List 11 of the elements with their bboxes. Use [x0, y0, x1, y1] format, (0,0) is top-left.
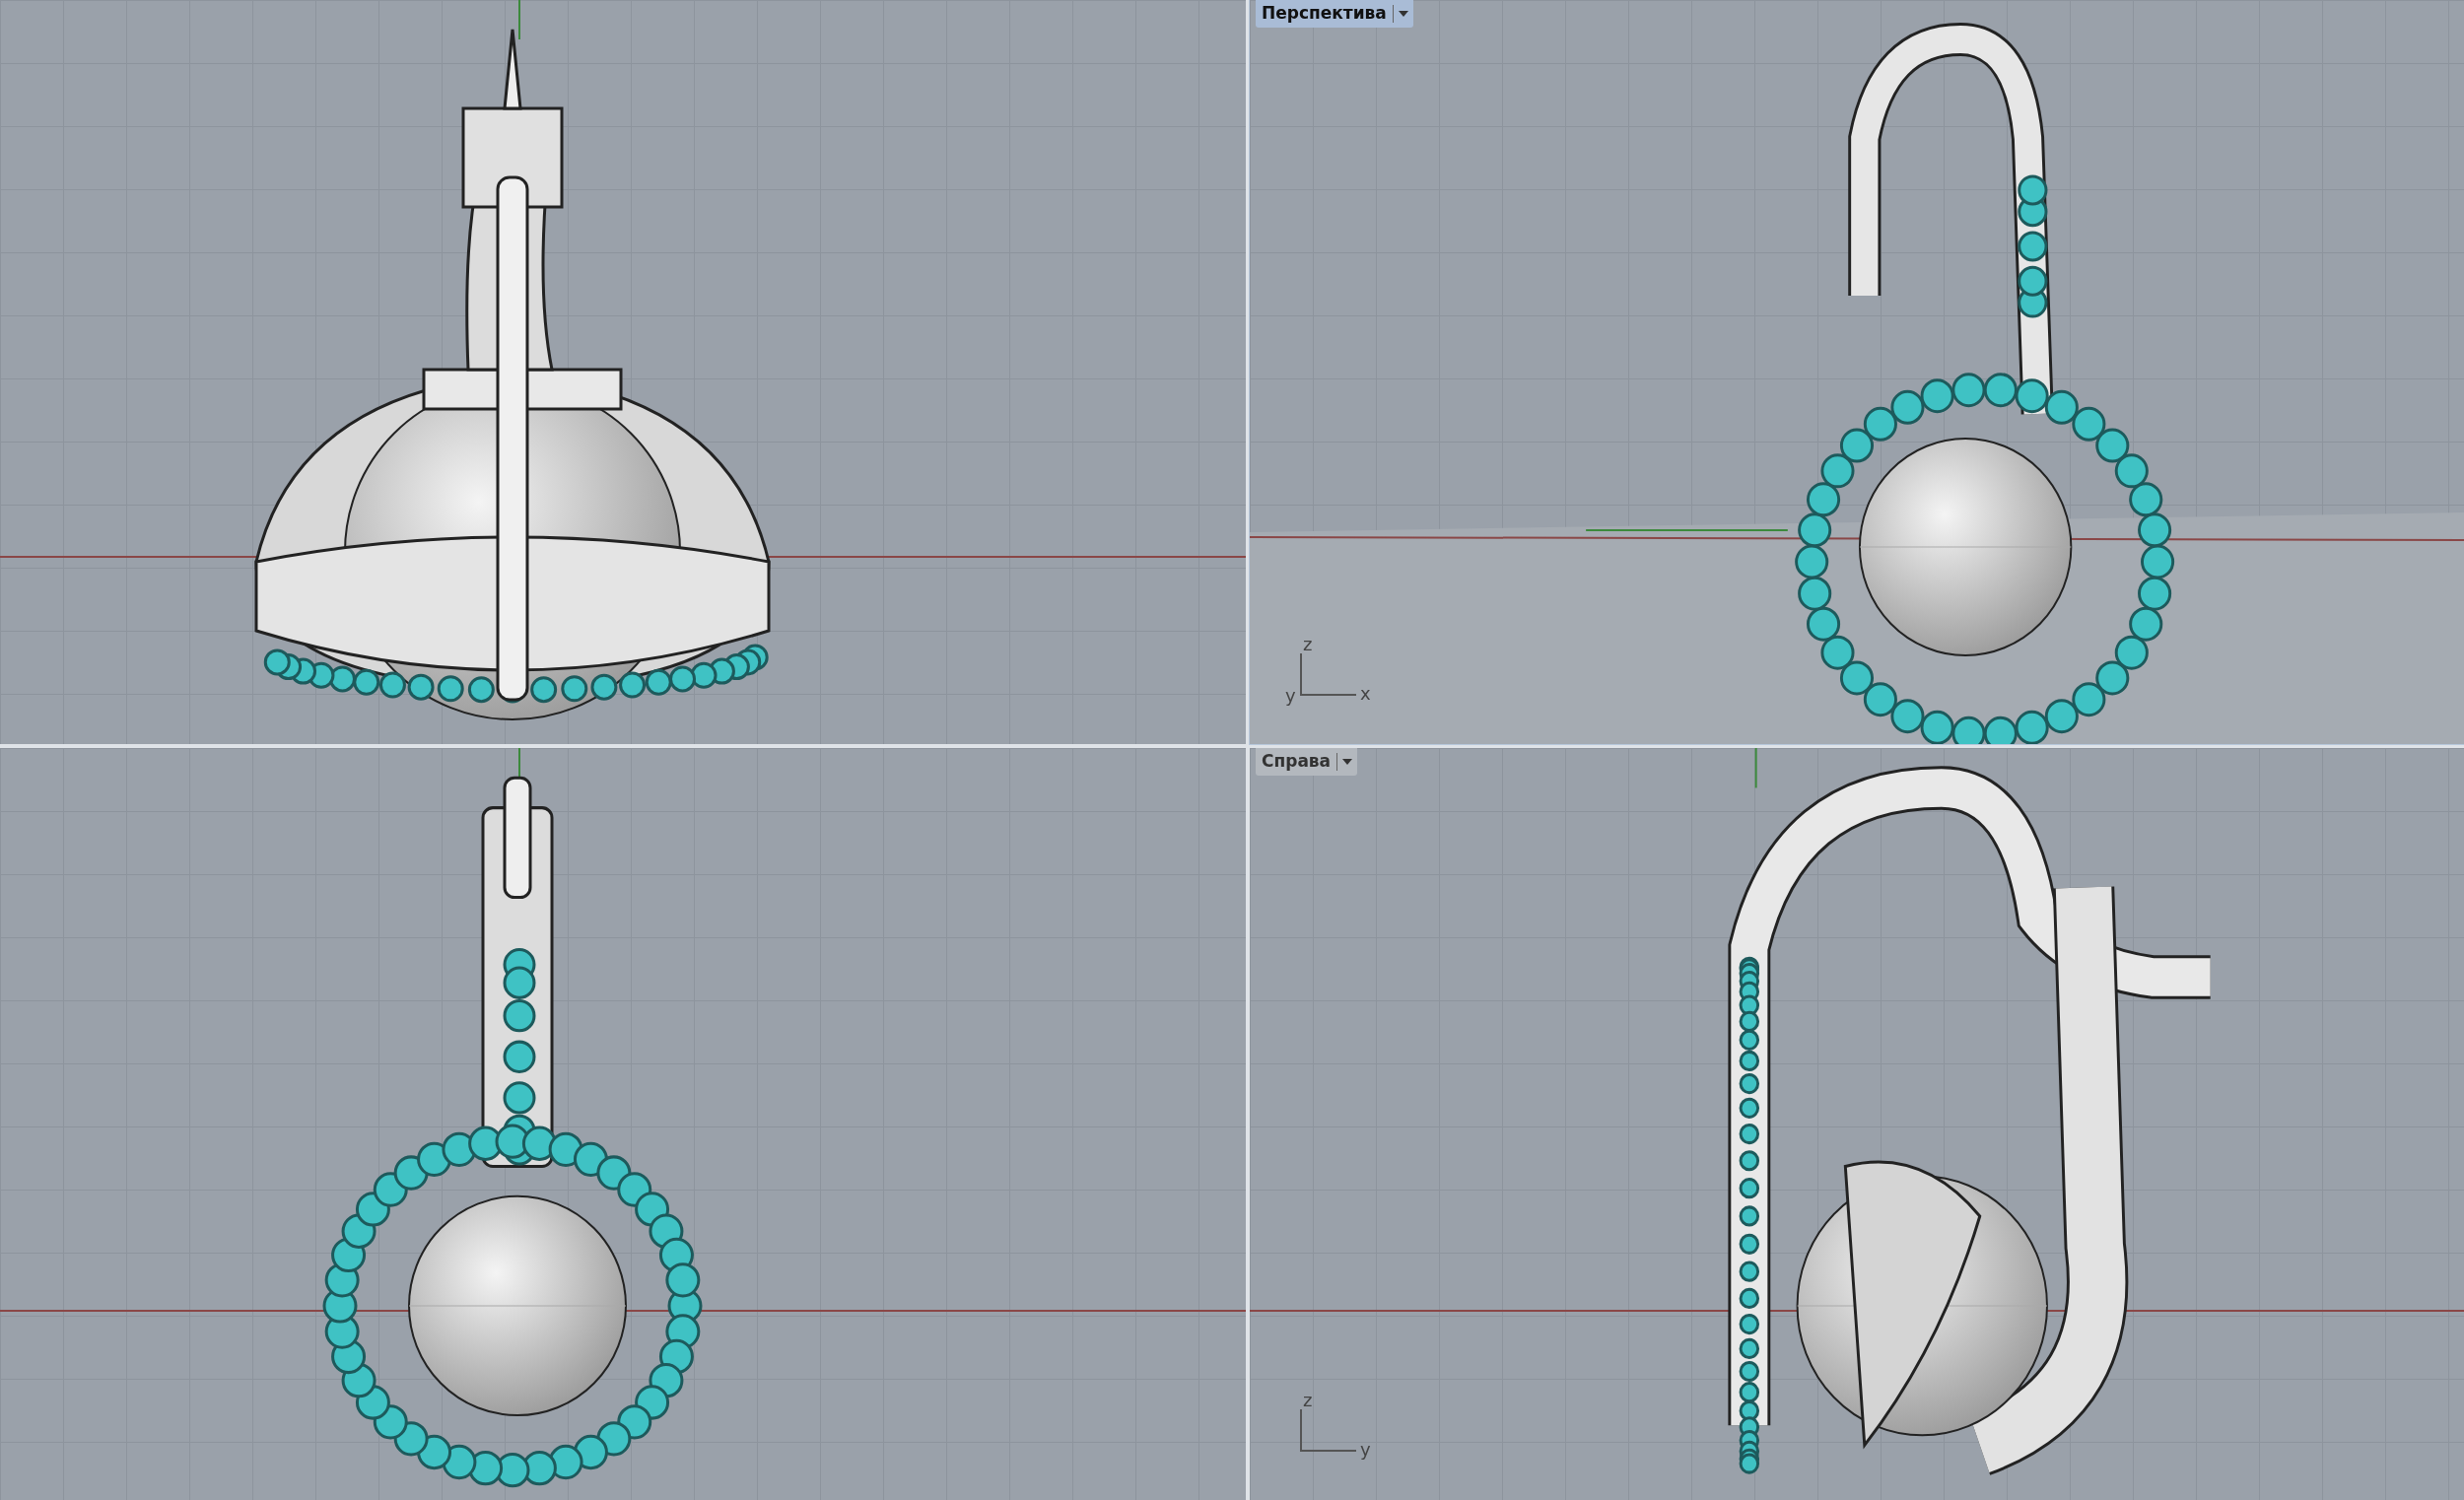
viewport[interactable] [0, 0, 1246, 744]
axis-label: z [1303, 636, 1313, 653]
axis-icon [1299, 1409, 1358, 1453]
axis-label: y [1285, 687, 1296, 705]
viewport[interactable]: Перспектива z y x [1250, 0, 2464, 744]
viewport[interactable] [0, 748, 1246, 1500]
axis-label: x [1360, 685, 1371, 703]
axis-label: z [1303, 1392, 1313, 1409]
axis-label: y [1360, 1441, 1371, 1459]
axis-icon [1299, 653, 1358, 697]
viewport[interactable]: Справа z y [1250, 748, 2464, 1500]
